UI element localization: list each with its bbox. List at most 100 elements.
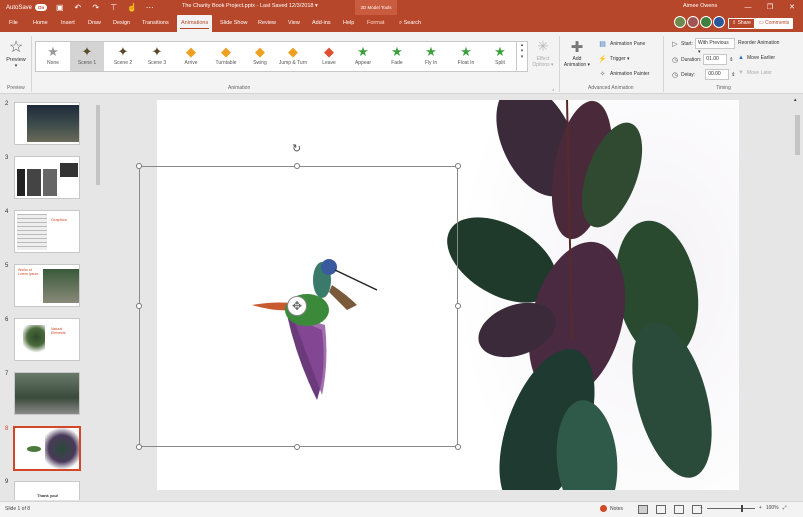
- document-title[interactable]: The Charity Book Project.pptx - Last Sav…: [182, 3, 318, 9]
- gallery-item-fly-in[interactable]: ★ Fly In: [414, 42, 448, 71]
- slide-sorter-icon[interactable]: [656, 505, 666, 514]
- gallery-item-fade[interactable]: ★ Fade: [380, 42, 414, 71]
- autosave-control[interactable]: AutoSave On: [6, 4, 48, 11]
- user-name[interactable]: Aimee Owens: [683, 3, 717, 9]
- effect-icon: ◆: [288, 44, 298, 59]
- gallery-item-arrive[interactable]: ◆ Arrive: [174, 42, 208, 71]
- resize-handle[interactable]: [136, 303, 142, 309]
- gallery-scroll[interactable]: ▴ ▾ ▾: [517, 41, 528, 72]
- zoom-slider[interactable]: [706, 504, 755, 512]
- duration-input[interactable]: 01.00: [703, 54, 728, 65]
- resize-handle[interactable]: [294, 163, 300, 169]
- slide-thumbnail-selected[interactable]: [13, 426, 81, 471]
- tab-file[interactable]: File: [9, 15, 18, 32]
- resize-handle[interactable]: [136, 163, 142, 169]
- slide-thumbnail[interactable]: Works of Lorem Ipsum: [14, 264, 80, 307]
- preview-button[interactable]: ☆ Preview ▾: [5, 37, 27, 69]
- touch-mode-icon[interactable]: ☝: [127, 3, 137, 12]
- animation-painter-button[interactable]: ✧ Animation Painter: [598, 70, 650, 78]
- more-icon[interactable]: ▾: [517, 54, 527, 60]
- normal-view-icon[interactable]: [638, 505, 648, 514]
- notes-button[interactable]: Notes: [600, 505, 623, 512]
- resize-handle[interactable]: [294, 444, 300, 450]
- comments-button[interactable]: ▭ Comments: [755, 18, 794, 29]
- slide-thumbnail[interactable]: Graphics: [14, 210, 80, 253]
- gallery-item-jump-turn[interactable]: ◆ Jump & Turn: [276, 42, 310, 71]
- tab-animations[interactable]: Animations: [177, 15, 213, 32]
- rotate-handle-icon[interactable]: ↻: [292, 142, 301, 155]
- 3d-rotate-icon[interactable]: ✥: [287, 296, 307, 316]
- animation-pane-button[interactable]: ▤ Animation Pane: [598, 40, 645, 48]
- slide-thumbnail[interactable]: Thank you!: [14, 481, 80, 500]
- spinner-icon[interactable]: ⇕: [729, 57, 733, 63]
- restore-icon[interactable]: ❐: [759, 0, 781, 15]
- avatar[interactable]: [674, 16, 686, 28]
- delay-input[interactable]: 00.00: [705, 69, 730, 80]
- slide-thumbnail[interactable]: [14, 102, 80, 145]
- tab-insert[interactable]: Insert: [61, 15, 75, 32]
- gallery-item-scene-2[interactable]: ✦ Scene 2: [106, 42, 140, 71]
- resize-handle[interactable]: [455, 163, 461, 169]
- zoom-in-icon[interactable]: +: [759, 505, 762, 511]
- minimize-icon[interactable]: —: [737, 0, 759, 15]
- scroll-thumb[interactable]: [96, 105, 100, 185]
- dialog-launcher-icon[interactable]: ⌟: [552, 86, 554, 92]
- resize-handle[interactable]: [455, 303, 461, 309]
- avatar[interactable]: [713, 16, 725, 28]
- tab-home[interactable]: Home: [33, 15, 48, 32]
- add-animation-button[interactable]: ✚ Add Animation ▾: [563, 38, 591, 68]
- tab-slide-show[interactable]: Slide Show: [220, 15, 248, 32]
- slide-thumbnail[interactable]: [14, 372, 80, 415]
- animation-gallery: ★ None ✦ Scene 1 ✦ Scene 2 ✦ Scene 3 ◆ Arrive ◆ Tur…: [35, 41, 517, 72]
- tab-draw[interactable]: Draw: [88, 15, 101, 32]
- reading-view-icon[interactable]: [674, 505, 684, 514]
- zoom-out-icon[interactable]: −: [700, 505, 703, 511]
- move-later-button[interactable]: ▼ Move Later: [738, 70, 772, 76]
- share-button[interactable]: ⇪ Share: [728, 18, 755, 29]
- close-icon[interactable]: ✕: [781, 0, 803, 15]
- resize-handle[interactable]: [136, 444, 142, 450]
- avatar[interactable]: [700, 16, 712, 28]
- tab-view[interactable]: View: [288, 15, 300, 32]
- redo-icon[interactable]: ↷: [91, 3, 100, 12]
- save-icon[interactable]: ▣: [55, 3, 64, 12]
- tab-design[interactable]: Design: [113, 15, 130, 32]
- fit-to-window-icon[interactable]: ⤢: [783, 505, 787, 511]
- resize-handle[interactable]: [455, 444, 461, 450]
- undo-icon[interactable]: ↶: [73, 3, 82, 12]
- gallery-item-float-in[interactable]: ★ Float In: [449, 42, 483, 71]
- zoom-slider-thumb[interactable]: [740, 504, 743, 512]
- tab-help[interactable]: Help: [343, 15, 354, 32]
- spinner-icon[interactable]: ⇕: [731, 72, 735, 78]
- thumbnails-scrollbar[interactable]: [94, 95, 102, 500]
- gallery-item-none[interactable]: ★ None: [36, 42, 70, 71]
- effect-options-button[interactable]: ✳ Effect Options ▾: [530, 38, 556, 68]
- search-box[interactable]: ⌕ Search: [399, 15, 421, 32]
- trigger-button[interactable]: ⚡ Trigger ▾: [598, 55, 629, 63]
- gallery-item-split[interactable]: ★ Split: [483, 42, 517, 71]
- tab-review[interactable]: Review: [258, 15, 276, 32]
- avatar[interactable]: [687, 16, 699, 28]
- autosave-toggle[interactable]: On: [35, 4, 48, 11]
- present-icon[interactable]: ⊤: [109, 3, 118, 12]
- more-commands-icon[interactable]: ⋯: [145, 3, 154, 12]
- thumbnail-text: Thank you!: [37, 493, 59, 498]
- gallery-item-leave[interactable]: ◆ Leave: [312, 42, 346, 71]
- slide-thumbnail[interactable]: Natural Elements: [14, 318, 80, 361]
- gallery-item-scene-1[interactable]: ✦ Scene 1: [70, 42, 104, 71]
- gallery-item-appear[interactable]: ★ Appear: [346, 42, 380, 71]
- zoom-level[interactable]: 100%: [766, 505, 779, 511]
- gallery-item-scene-3[interactable]: ✦ Scene 3: [140, 42, 174, 71]
- tab-add-ins[interactable]: Add-ins: [312, 15, 331, 32]
- slide-thumbnail[interactable]: [14, 156, 80, 199]
- tab-transitions[interactable]: Transitions: [142, 15, 169, 32]
- scroll-thumb[interactable]: [795, 115, 800, 155]
- chevron-up-icon[interactable]: ▴: [794, 97, 797, 103]
- canvas-scrollbar[interactable]: ▴: [792, 95, 803, 500]
- move-earlier-button[interactable]: ▲ Move Earlier: [738, 55, 775, 61]
- start-select[interactable]: With Previous ▾: [694, 38, 735, 55]
- gallery-item-swing[interactable]: ◆ Swing: [243, 42, 277, 71]
- tab-format[interactable]: Format: [367, 15, 384, 32]
- gallery-item-turntable[interactable]: ◆ Turntable: [209, 42, 243, 71]
- thumbnail-image: [43, 169, 57, 196]
